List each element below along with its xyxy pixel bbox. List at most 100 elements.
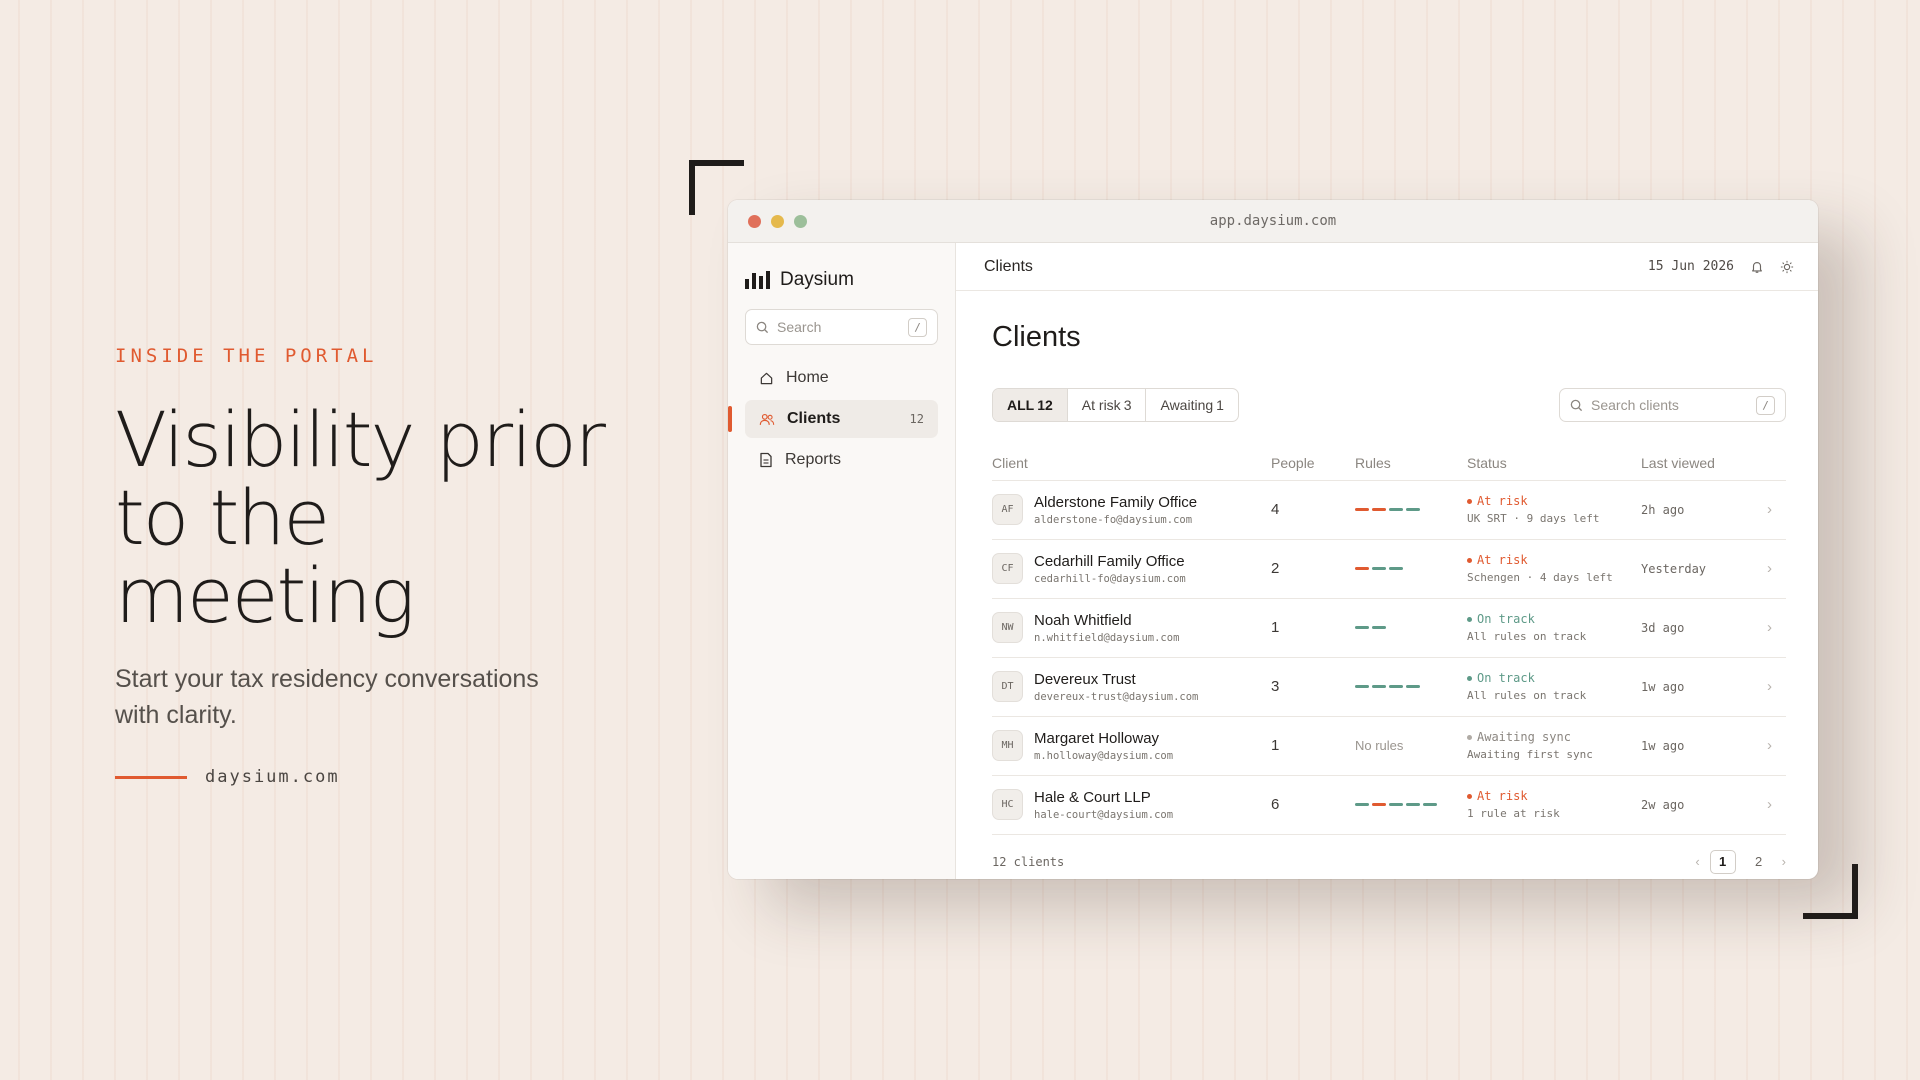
status-label: Awaiting sync [1477, 730, 1571, 744]
rule-bar [1406, 685, 1420, 688]
chevron-right-icon[interactable]: › [1767, 560, 1772, 577]
client-name: Margaret Holloway [1034, 729, 1160, 747]
rule-bar [1389, 508, 1403, 511]
people-count: 3 [1271, 677, 1280, 695]
avatar: MH [992, 730, 1023, 761]
next-page-chevron-icon[interactable]: › [1782, 854, 1786, 869]
column-header-last-viewed[interactable]: Last viewed [1641, 446, 1746, 481]
rule-bar [1406, 803, 1420, 806]
sidebar-nav: Home Clients 12 Reports [728, 359, 938, 479]
rules-indicator [1355, 567, 1467, 570]
page-button-1[interactable]: 1 [1709, 849, 1736, 874]
filter-row: ALL 12 At risk 3 Awaiting 1 Search clients … [992, 388, 1786, 422]
chevron-right-icon[interactable]: › [1767, 501, 1772, 518]
users-icon [759, 413, 775, 425]
chevron-right-icon[interactable]: › [1767, 678, 1772, 695]
table-row[interactable]: HC Hale & Court LLP hale-court@daysium.c… [992, 775, 1786, 835]
search-icon [756, 321, 769, 333]
tab-count: 12 [1037, 397, 1053, 413]
client-name: Alderstone Family Office [1034, 493, 1198, 511]
rule-bar [1355, 803, 1369, 806]
table-row[interactable]: AF Alderstone Family Office alderstone-f… [992, 480, 1786, 540]
status-dot [1467, 557, 1472, 563]
table-row[interactable]: MH Margaret Holloway m.holloway@daysium.… [992, 716, 1786, 776]
people-count: 4 [1271, 500, 1280, 518]
document-icon [760, 452, 772, 468]
rules-indicator [1355, 508, 1467, 511]
table-footer: 12 clients ‹ 1 2 › [992, 835, 1786, 880]
status-badge: At risk [1467, 789, 1641, 803]
column-header-people[interactable]: People [1271, 446, 1355, 481]
client-email: m.holloway@daysium.com [1034, 749, 1174, 762]
client-cell: DT Devereux Trust devereux-trust@daysium… [992, 671, 1271, 703]
client-cell: HC Hale & Court LLP hale-court@daysium.c… [992, 789, 1271, 821]
sidebar-item-label: Home [786, 369, 829, 386]
chevron-right-icon[interactable]: › [1767, 619, 1772, 636]
topbar-right: 15 Jun 2026 [1648, 259, 1794, 274]
tab-count: 1 [1216, 397, 1224, 413]
rule-bar [1372, 567, 1386, 570]
site-row: daysium.com [115, 767, 635, 787]
prev-page-chevron-icon[interactable]: ‹ [1695, 854, 1699, 869]
rule-bar [1423, 803, 1437, 806]
page-button-2[interactable]: 2 [1746, 850, 1772, 874]
avatar: NW [992, 612, 1023, 643]
address-bar-url[interactable]: app.daysium.com [728, 213, 1818, 229]
topbar: Clients 15 Jun 2026 [956, 243, 1818, 291]
bar-chart-logo-icon [745, 271, 770, 289]
client-search-input[interactable]: Search clients / [1559, 388, 1786, 422]
pagination: ‹ 1 2 › [1695, 849, 1786, 874]
status-badge: On track [1467, 612, 1641, 626]
sidebar-item-home[interactable]: Home [745, 359, 938, 397]
status-badge: At risk [1467, 553, 1641, 567]
topbar-title: Clients [984, 257, 1033, 275]
column-header-spacer [1746, 446, 1786, 481]
search-shortcut-key: / [1756, 395, 1775, 415]
tab-all[interactable]: ALL 12 [993, 389, 1068, 421]
chevron-right-icon[interactable]: › [1767, 796, 1772, 813]
tab-awaiting[interactable]: Awaiting 1 [1146, 389, 1237, 421]
tab-count: 3 [1123, 397, 1132, 413]
column-header-rules[interactable]: Rules [1355, 446, 1467, 481]
page-title: Clients [992, 321, 1081, 353]
search-icon [1570, 399, 1583, 411]
status-badge: At risk [1467, 494, 1641, 508]
site-url[interactable]: daysium.com [205, 767, 340, 787]
column-header-status[interactable]: Status [1467, 446, 1641, 481]
clients-count-badge: 12 [909, 412, 924, 426]
tab-at-risk[interactable]: At risk 3 [1068, 389, 1147, 421]
rules-indicator [1355, 626, 1467, 629]
bell-icon[interactable] [1750, 260, 1764, 274]
brand[interactable]: Daysium [745, 265, 938, 295]
client-search-placeholder: Search clients [1591, 397, 1679, 413]
eyebrow: INSIDE THE PORTAL [115, 345, 378, 367]
sun-icon[interactable] [1780, 260, 1794, 274]
chevron-right-icon[interactable]: › [1767, 737, 1772, 754]
client-name: Cedarhill Family Office [1034, 552, 1185, 570]
avatar: DT [992, 671, 1023, 702]
sidebar-search-input[interactable]: Search / [745, 309, 938, 345]
table-row[interactable]: NW Noah Whitfield n.whitfield@daysium.co… [992, 598, 1786, 658]
status-dot [1467, 734, 1472, 740]
column-header-client[interactable]: Client [992, 446, 1271, 481]
sidebar-item-clients[interactable]: Clients 12 [728, 400, 938, 438]
table-row[interactable]: CF Cedarhill Family Office cedarhill-fo@… [992, 539, 1786, 599]
table-row[interactable]: DT Devereux Trust devereux-trust@daysium… [992, 657, 1786, 717]
headline-line-2: to the meeting [115, 473, 415, 640]
last-viewed: 2w ago [1641, 797, 1685, 812]
avatar: AF [992, 494, 1023, 525]
rule-bar [1372, 803, 1386, 806]
people-count: 1 [1271, 736, 1280, 754]
sidebar-search-placeholder: Search [777, 319, 822, 335]
sidebar-item-reports[interactable]: Reports [745, 441, 938, 479]
status-dot [1467, 675, 1472, 681]
rules-indicator [1355, 803, 1467, 806]
people-count: 6 [1271, 795, 1280, 813]
client-email: hale-court@daysium.com [1034, 808, 1174, 821]
sidebar-item-label: Reports [785, 451, 842, 468]
avatar: CF [992, 553, 1023, 584]
client-email: alderstone-fo@daysium.com [1034, 513, 1193, 526]
search-shortcut-key: / [908, 317, 927, 337]
client-name: Hale & Court LLP [1034, 788, 1151, 806]
status-label: At risk [1477, 789, 1528, 803]
